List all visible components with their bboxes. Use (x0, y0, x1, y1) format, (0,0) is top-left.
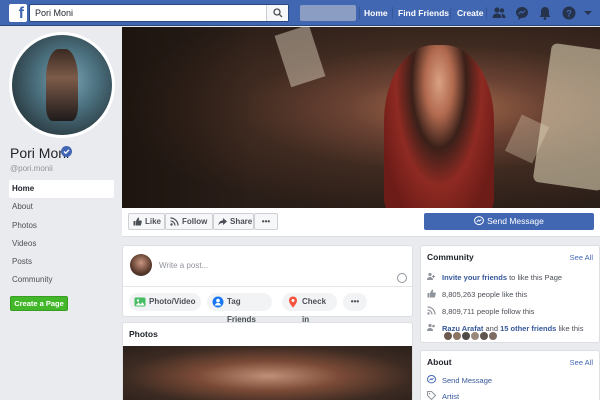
photo-icon (134, 297, 146, 307)
sidebar-item-posts[interactable]: Posts (9, 253, 114, 271)
nav-home[interactable]: Home (364, 8, 388, 18)
nav-divider (392, 7, 393, 19)
other-friends-link[interactable]: 15 other friends (500, 324, 556, 333)
emoji-smile-icon[interactable] (397, 273, 407, 283)
friends-icon (427, 323, 435, 331)
help-icon[interactable]: ? (561, 5, 577, 21)
likes-count-row: 8,805,263 people like this (427, 289, 527, 299)
friend-like-text: like this (556, 324, 584, 333)
tag-friends-button[interactable]: Tag Friends (207, 293, 272, 324)
avatar[interactable] (489, 332, 497, 340)
invite-friends-text: to like this Page (507, 273, 563, 282)
cover-photo[interactable] (122, 27, 600, 208)
write-post-input[interactable]: Write a post... (159, 261, 208, 270)
nav-divider (359, 7, 360, 19)
friend-requests-icon[interactable] (491, 5, 507, 21)
profile-picture[interactable] (9, 32, 115, 138)
search-icon (273, 8, 283, 18)
profile-photo-image (12, 35, 112, 135)
page-sidebar-nav: Home About Photos Videos Posts Community (9, 180, 114, 290)
rss-follow-icon (427, 306, 436, 315)
divider (123, 286, 412, 287)
like-label: Like (145, 217, 162, 226)
sidebar-item-about[interactable]: About (9, 198, 114, 216)
follow-button[interactable]: Follow (165, 213, 213, 230)
create-page-button[interactable]: Create a Page (10, 296, 68, 311)
about-section: About See All Send Message Artist (420, 350, 600, 400)
messenger-icon (427, 375, 436, 384)
avatar[interactable] (444, 332, 452, 340)
photo-video-label: Photo/Video (149, 297, 196, 306)
location-pin-icon (289, 296, 297, 308)
search-query[interactable]: Pori Moni (35, 8, 73, 18)
share-label: Share (230, 217, 253, 226)
friend-avatars (444, 332, 498, 341)
about-send-message-link[interactable]: Send Message (442, 376, 492, 385)
avatar (130, 254, 152, 276)
community-see-all-link[interactable]: See All (570, 253, 593, 262)
follows-count-row: 8,809,711 people follow this (427, 306, 534, 316)
nav-create[interactable]: Create (457, 8, 483, 18)
page-action-bar: Like Follow Share ••• Send Message (122, 208, 600, 237)
sidebar-item-videos[interactable]: Videos (9, 235, 114, 253)
verified-badge-icon (61, 146, 72, 157)
thumbs-up-icon (133, 217, 142, 226)
about-see-all-link[interactable]: See All (570, 358, 593, 367)
about-category-link[interactable]: Artist (442, 392, 459, 400)
tag-friends-icon (212, 296, 224, 308)
follow-label: Follow (182, 217, 208, 226)
composer-more-button[interactable]: ••• (343, 293, 367, 311)
photo-thumbnail[interactable] (123, 346, 412, 400)
avatar[interactable] (462, 332, 470, 340)
invite-people-icon (427, 272, 435, 280)
invite-friends-row: Invite your friends to like this Page (427, 272, 562, 282)
about-category-row[interactable]: Artist (427, 391, 459, 400)
nav-divider (486, 7, 487, 19)
messenger-icon[interactable] (514, 5, 530, 21)
more-options-button[interactable]: ••• (254, 213, 278, 230)
about-send-message-row[interactable]: Send Message (427, 375, 492, 385)
photo-video-button[interactable]: Photo/Video (129, 293, 201, 311)
check-in-label: Check in (302, 297, 327, 324)
page-handle[interactable]: @pori.monii (10, 164, 53, 173)
messenger-icon (474, 216, 485, 226)
photos-section: Photos (122, 322, 413, 400)
follows-count: 8,809,711 people follow this (442, 307, 535, 316)
search-input[interactable]: Pori Moni (29, 4, 289, 22)
thumbs-up-icon (427, 289, 436, 298)
nav-find-friends[interactable]: Find Friends (398, 8, 449, 18)
facebook-logo-icon[interactable]: f (9, 4, 27, 22)
account-menu-caret-icon[interactable] (583, 5, 593, 21)
search-button[interactable] (266, 5, 288, 21)
likes-count: 8,805,263 people like this (442, 290, 528, 299)
sidebar-item-home[interactable]: Home (9, 180, 114, 199)
send-message-label: Send Message (487, 216, 544, 226)
about-heading: About (427, 357, 452, 367)
avatar[interactable] (453, 332, 461, 340)
like-button[interactable]: Like (128, 213, 165, 230)
photos-heading[interactable]: Photos (129, 329, 158, 339)
nav-divider (450, 7, 451, 19)
avatar[interactable] (471, 332, 479, 340)
share-arrow-icon (218, 218, 227, 226)
avatar[interactable] (480, 332, 488, 340)
community-section: Community See All Invite your friends to… (420, 245, 600, 343)
post-composer: Write a post... Photo/Video Tag Friends … (122, 245, 413, 324)
share-button[interactable]: Share (213, 213, 254, 230)
sidebar-item-community[interactable]: Community (9, 271, 114, 289)
category-tag-icon (427, 391, 436, 400)
community-heading: Community (427, 252, 474, 262)
profile-shortcut[interactable] (300, 5, 356, 21)
rss-follow-icon (170, 217, 179, 226)
svg-text:?: ? (566, 8, 572, 18)
check-in-button[interactable]: Check in (282, 293, 337, 324)
sidebar-item-photos[interactable]: Photos (9, 217, 114, 235)
tag-friends-label: Tag Friends (227, 297, 256, 324)
send-message-button[interactable]: Send Message (424, 213, 594, 230)
notifications-bell-icon[interactable] (537, 5, 553, 21)
invite-friends-link[interactable]: Invite your friends (442, 273, 507, 282)
top-navigation-bar: f Pori Moni Home Find Friends Create ? (0, 0, 600, 26)
